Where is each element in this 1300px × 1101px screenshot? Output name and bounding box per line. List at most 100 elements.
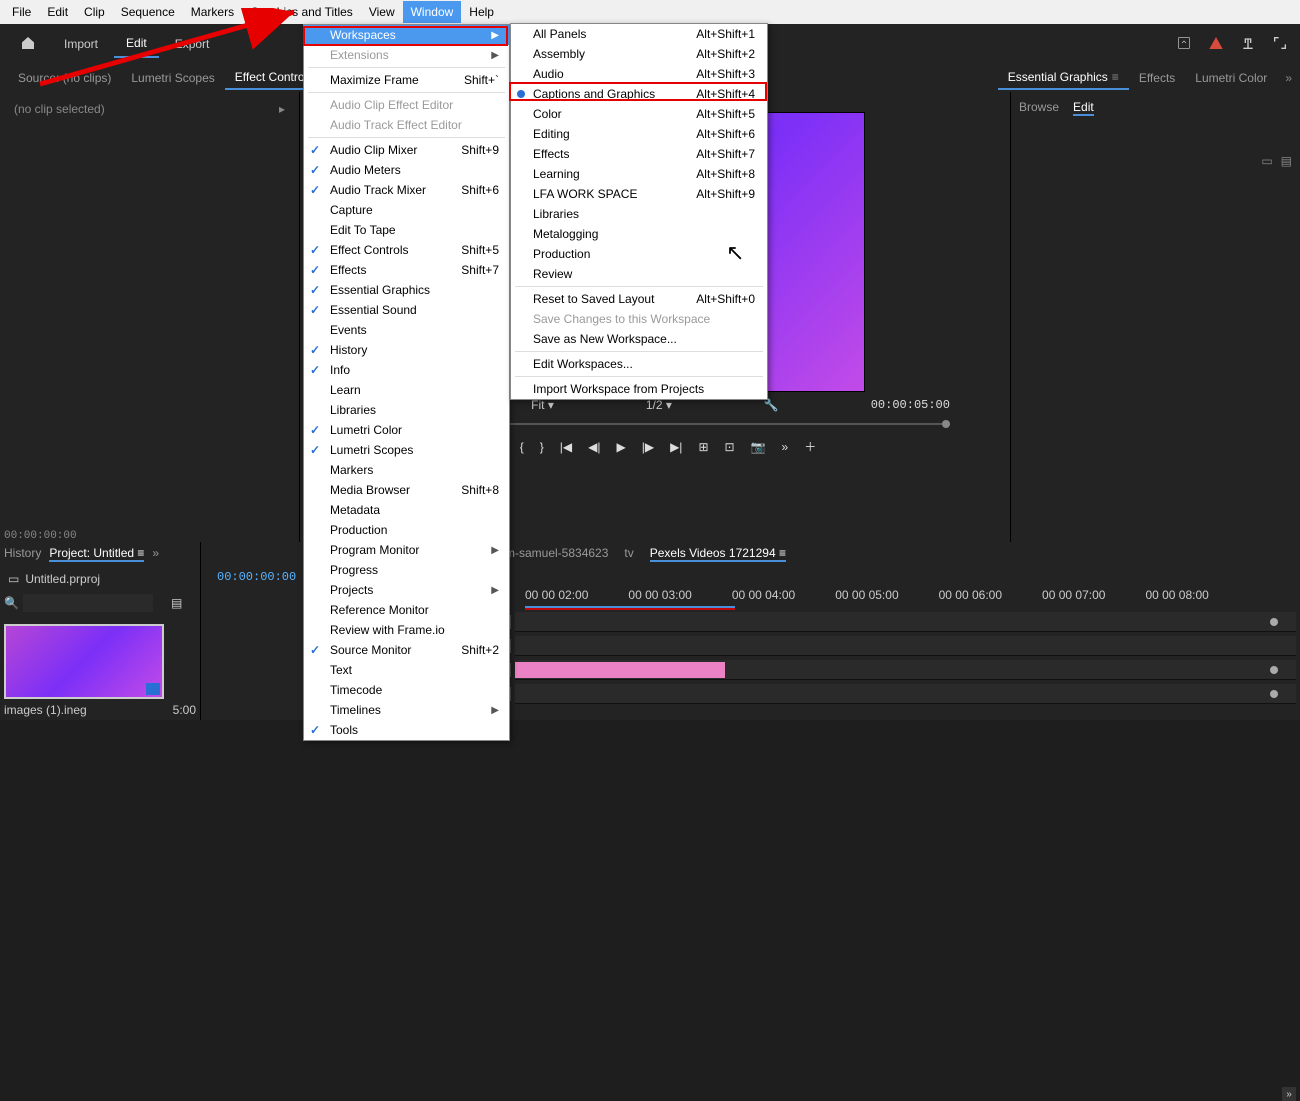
track-slot-a1[interactable] [515,684,1296,704]
menu-item-lumetri-color[interactable]: ✓Lumetri Color [304,420,509,440]
timeline-tab-1[interactable]: m-samuel-5834623 [505,546,608,562]
tab-effects[interactable]: Effects [1129,67,1185,89]
menu-item-info[interactable]: ✓Info [304,360,509,380]
timeline-tab-2[interactable]: tv [624,546,633,562]
menu-item-essential-graphics[interactable]: ✓Essential Graphics [304,280,509,300]
step-back-icon[interactable]: ◀| [588,440,600,454]
window-menu-dropdown[interactable]: Workspaces▶Extensions▶Maximize FrameShif… [303,24,510,741]
submenu-item-reset-to-saved-layout[interactable]: Reset to Saved LayoutAlt+Shift+0 [511,289,767,309]
track-slot-v2[interactable] [515,636,1296,656]
menu-sequence[interactable]: Sequence [113,1,183,23]
submenu-item-lfa-work-space[interactable]: LFA WORK SPACEAlt+Shift+9 [511,184,767,204]
filter-icon[interactable]: ▤ [171,596,182,610]
menu-item-essential-sound[interactable]: ✓Essential Sound [304,300,509,320]
submenu-item-assembly[interactable]: AssemblyAlt+Shift+2 [511,44,767,64]
export-frame-icon[interactable]: 📷 [751,440,766,454]
timeline-overflow-icon[interactable]: » [1282,1087,1296,1101]
tab-lumetri-color[interactable]: Lumetri Color [1185,67,1277,89]
menu-edit[interactable]: Edit [39,1,76,23]
track-output-dot[interactable] [1270,618,1278,626]
menu-item-edit-to-tape[interactable]: Edit To Tape [304,220,509,240]
export-tab[interactable]: Export [163,31,222,57]
submenu-item-metalogging[interactable]: Metalogging [511,224,767,244]
track-slot-v1[interactable] [515,660,1296,680]
menu-clip[interactable]: Clip [76,1,113,23]
play-icon[interactable]: ▶ [616,440,625,454]
menu-item-tools[interactable]: ✓Tools [304,720,509,740]
menu-item-production[interactable]: Production [304,520,509,540]
submenu-item-edit-workspaces-[interactable]: Edit Workspaces... [511,354,767,374]
tab-source[interactable]: Source: (no clips) [8,67,121,89]
timeline-tab-3[interactable]: Pexels Videos 1721294 ≡ [650,546,786,562]
menu-help[interactable]: Help [461,1,502,23]
tab-lumetri-scopes[interactable]: Lumetri Scopes [121,67,224,89]
menu-item-projects[interactable]: Projects▶ [304,580,509,600]
home-button[interactable] [8,29,48,60]
tab-overflow-icon[interactable]: » [152,546,159,562]
brace-open-icon[interactable]: { [520,440,524,454]
menu-item-timecode[interactable]: Timecode [304,680,509,700]
overwrite-icon[interactable]: ⊡ [725,440,735,454]
submenu-item-audio[interactable]: AudioAlt+Shift+3 [511,64,767,84]
tab-menu-icon[interactable]: ≡ [137,546,144,560]
tab-overflow-icon[interactable]: » [1285,71,1292,85]
project-search-input[interactable] [23,594,153,612]
submenu-item-effects[interactable]: EffectsAlt+Shift+7 [511,144,767,164]
import-tab[interactable]: Import [52,31,110,57]
fullscreen-icon[interactable] [1272,35,1288,54]
menu-item-workspaces[interactable]: Workspaces▶ [304,25,509,45]
project-thumbnail[interactable] [4,624,164,699]
go-to-in-icon[interactable]: |◀ [560,440,572,454]
menu-item-audio-clip-mixer[interactable]: ✓Audio Clip MixerShift+9 [304,140,509,160]
menu-item-source-monitor[interactable]: ✓Source MonitorShift+2 [304,640,509,660]
menu-graphicsandtitles[interactable]: Graphics and Titles [242,1,361,23]
project-tab[interactable]: Project: Untitled ≡ [49,546,144,562]
menubar[interactable]: File Edit Clip Sequence Markers Graphics… [0,0,1300,24]
menu-item-timelines[interactable]: Timelines▶ [304,700,509,720]
submenu-item-import-workspace-from-projects[interactable]: Import Workspace from Projects [511,379,767,399]
essgfx-browse-tab[interactable]: Browse [1019,100,1059,116]
workspaces-submenu[interactable]: All PanelsAlt+Shift+1AssemblyAlt+Shift+2… [510,23,768,400]
go-to-out-icon[interactable]: ▶| [670,440,682,454]
menu-item-learn[interactable]: Learn [304,380,509,400]
video-clip[interactable] [515,662,725,678]
tab-essential-graphics[interactable]: Essential Graphics≡ [998,66,1129,90]
search-icon[interactable]: 🔍 [4,596,19,610]
zoom-fit-dropdown[interactable]: Fit ▾ [531,398,554,412]
menu-item-effect-controls[interactable]: ✓Effect ControlsShift+5 [304,240,509,260]
track-output-dot[interactable] [1270,666,1278,674]
menu-item-program-monitor[interactable]: Program Monitor▶ [304,540,509,560]
new-group-icon[interactable]: ▤ [1281,154,1292,168]
submenu-item-color[interactable]: ColorAlt+Shift+5 [511,104,767,124]
menu-item-reference-monitor[interactable]: Reference Monitor [304,600,509,620]
menu-item-markers[interactable]: Markers [304,460,509,480]
menu-item-history[interactable]: ✓History [304,340,509,360]
essgfx-edit-tab[interactable]: Edit [1073,100,1094,116]
menu-item-audio-track-mixer[interactable]: ✓Audio Track MixerShift+6 [304,180,509,200]
menu-item-progress[interactable]: Progress [304,560,509,580]
comparison-icon[interactable]: » [782,440,789,454]
warning-icon[interactable] [1208,35,1224,54]
wrench-icon[interactable]: 🔧 [764,398,779,412]
submenu-item-libraries[interactable]: Libraries [511,204,767,224]
submenu-item-production[interactable]: Production [511,244,767,264]
menu-item-lumetri-scopes[interactable]: ✓Lumetri Scopes [304,440,509,460]
tab-menu-icon[interactable]: ≡ [779,546,786,560]
new-layer-icon[interactable]: ▭ [1261,154,1272,168]
edit-tab[interactable]: Edit [114,30,159,58]
menu-item-metadata[interactable]: Metadata [304,500,509,520]
add-button-icon[interactable]: ＋ [804,438,816,455]
step-forward-icon[interactable]: |▶ [642,440,654,454]
menu-file[interactable]: File [4,1,39,23]
menu-window[interactable]: Window [403,1,462,23]
track-slot-v3[interactable] [515,612,1296,632]
submenu-item-review[interactable]: Review [511,264,767,284]
menu-view[interactable]: View [361,1,403,23]
tab-menu-icon[interactable]: ≡ [1112,70,1119,84]
menu-item-libraries[interactable]: Libraries [304,400,509,420]
chevron-right-icon[interactable]: ▸ [279,102,285,116]
submenu-item-all-panels[interactable]: All PanelsAlt+Shift+1 [511,24,767,44]
history-tab[interactable]: History [4,546,41,562]
menu-item-capture[interactable]: Capture [304,200,509,220]
menu-item-review-with-frame-io[interactable]: Review with Frame.io [304,620,509,640]
